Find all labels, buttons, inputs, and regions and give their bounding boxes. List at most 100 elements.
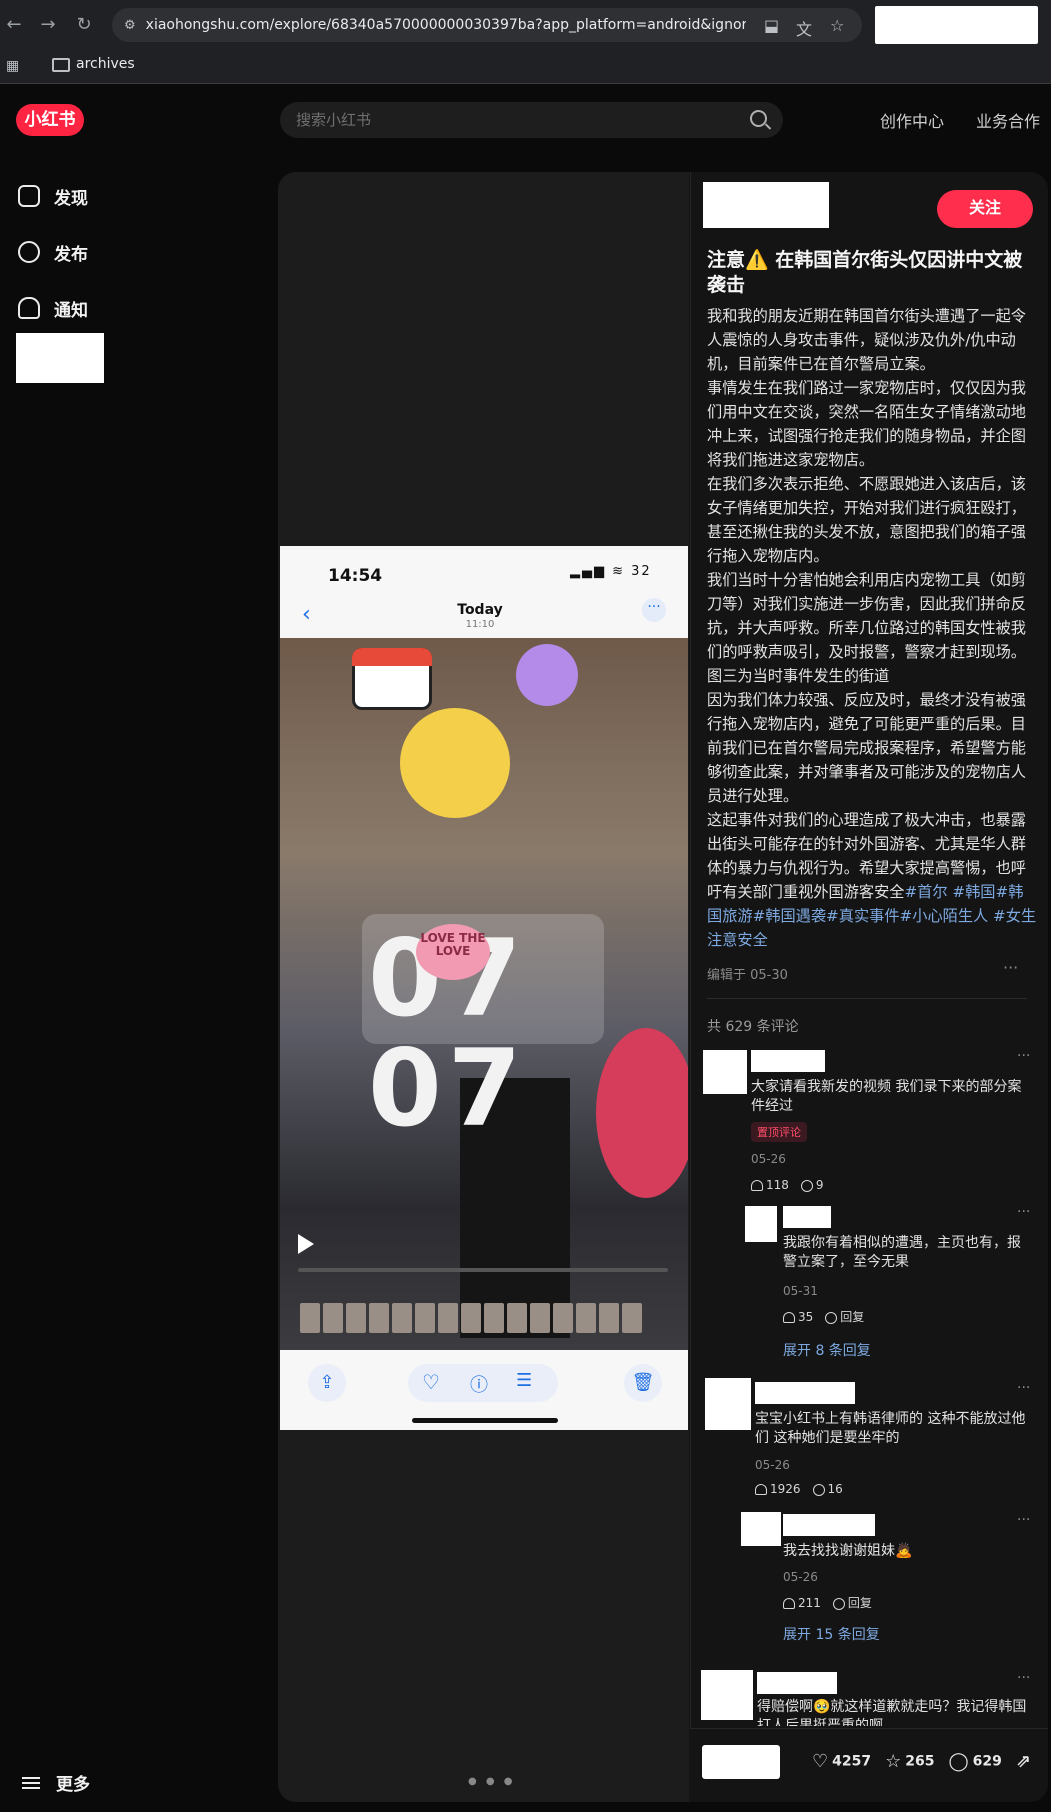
carousel-dots[interactable]: ● ● ● <box>468 1776 516 1787</box>
search-input[interactable]: 搜索小红书 <box>280 102 783 138</box>
like-total: 4257 <box>832 1753 872 1770</box>
home-icon <box>18 185 40 207</box>
battery-level: 32 <box>631 564 652 579</box>
apps-grid-icon[interactable]: ▦ <box>6 58 19 74</box>
profile-redacted[interactable] <box>875 6 1038 44</box>
avatar-redacted[interactable] <box>703 1050 747 1094</box>
thumbnail <box>438 1303 458 1333</box>
author-redacted[interactable] <box>703 182 829 228</box>
bell-icon <box>18 297 40 319</box>
expand-replies-link[interactable]: 展开 15 条回复 <box>783 1624 880 1644</box>
follow-button[interactable]: 关注 <box>937 190 1033 228</box>
like-note-button[interactable]: ♡ 4257 <box>812 1751 871 1772</box>
collect-total: 265 <box>905 1753 935 1770</box>
username-redacted[interactable] <box>783 1206 831 1228</box>
ellipsis-icon[interactable]: ··· <box>1017 1670 1030 1686</box>
reply-text: 我跟你有着相似的遭遇，主页也有，报警立案了，至今无果 <box>783 1235 1021 1270</box>
ellipsis-icon[interactable]: ··· <box>1017 1380 1030 1396</box>
collect-note-button[interactable]: ☆ 265 <box>885 1751 934 1772</box>
like-button[interactable]: 118 <box>751 1178 789 1192</box>
ellipsis-icon: ··· <box>642 598 666 622</box>
avatar-redacted[interactable] <box>705 1378 751 1430</box>
hashtag-link[interactable]: #真实事件 <box>826 907 899 925</box>
hashtag-link[interactable]: #韩国遇袭 <box>753 907 826 925</box>
ellipsis-icon[interactable]: ··· <box>1017 1512 1030 1528</box>
chevron-left-icon: ‹ <box>302 602 311 627</box>
comment-icon <box>832 1597 845 1610</box>
header-link-business[interactable]: 业务合作 <box>976 108 1040 132</box>
expand-replies-link[interactable]: 展开 8 条回复 <box>783 1340 871 1360</box>
sidebar-more[interactable]: 更多 <box>22 1770 90 1795</box>
ellipsis-icon[interactable]: ··· <box>1017 1048 1030 1064</box>
note-paragraph: 我们当时十分害怕她会利用店内宠物工具（如剪刀等）对我们实施进一步伤害，因此我们拼… <box>707 571 1026 685</box>
home-indicator <box>412 1418 558 1423</box>
phone-time: 14:54 <box>328 566 383 586</box>
phone-toolbar: ⇪ ♡ ⓘ ☰ 🗑 <box>280 1350 688 1430</box>
like-count: 211 <box>798 1595 821 1610</box>
calendar-sticker-top <box>352 648 432 666</box>
username-redacted[interactable] <box>751 1050 825 1072</box>
note-card: 14:54 ▂▄▆ ≋ 32 ‹ Today 11:10 ··· 07 07 L… <box>278 172 1048 1802</box>
reply-button[interactable]: 9 <box>800 1178 824 1192</box>
comment-note-button[interactable]: ◯ 629 <box>948 1751 1001 1772</box>
folder-icon[interactable] <box>52 58 70 72</box>
thumbnail <box>484 1303 504 1333</box>
info-icon: ⓘ <box>470 1375 488 1396</box>
heart-icon <box>783 1597 795 1609</box>
share-note-button[interactable]: ⇗ <box>1016 1751 1035 1772</box>
sidebar-item-label: 通知 <box>54 300 88 321</box>
comment-input-redacted[interactable] <box>702 1745 780 1779</box>
reply-button[interactable]: 回复 <box>832 1594 872 1611</box>
bookmark-star-icon[interactable]: ☆ <box>830 16 844 35</box>
forward-arrow-icon[interactable]: → <box>36 13 60 37</box>
like-button[interactable]: 35 <box>783 1310 813 1324</box>
header-link-creator-center[interactable]: 创作中心 <box>880 108 944 132</box>
avatar-redacted[interactable] <box>745 1206 777 1242</box>
hashtag-link[interactable]: #首尔 <box>904 883 947 901</box>
thumbnail <box>507 1303 527 1333</box>
install-app-icon[interactable]: ⬓ <box>764 16 779 35</box>
screenshot-image: 14:54 ▂▄▆ ≋ 32 ‹ Today 11:10 ··· 07 07 L… <box>280 546 688 1430</box>
comment-icon <box>825 1311 838 1324</box>
username-redacted[interactable] <box>755 1382 855 1404</box>
album-time: 11:10 <box>465 619 495 630</box>
reply-button[interactable]: 回复 <box>825 1308 864 1325</box>
note-detail-panel: 关注 注意⚠️ 在韩国首尔街头仅因讲中文被袭击 我和我的朋友近期在韩国首尔街头遭… <box>690 172 1048 1802</box>
address-bar[interactable]: ⚙ xiaohongshu.com/explore/68340a57000000… <box>112 8 862 42</box>
hashtag-link[interactable]: #韩国 <box>952 883 995 901</box>
note-paragraph: 在我们多次表示拒绝、不愿跟她进入该店后，该女子情绪更加失控，开始对我们进行疯狂殴… <box>707 475 1026 565</box>
sidebar-item-discover[interactable]: 发现 <box>18 178 88 214</box>
heart-icon: ♡ <box>422 1370 440 1394</box>
share-icon: ⇪ <box>308 1364 346 1402</box>
bookmarks-bar <box>0 50 1051 84</box>
username-redacted[interactable] <box>783 1514 875 1536</box>
ellipsis-icon[interactable]: ··· <box>1017 1204 1030 1220</box>
search-icon[interactable] <box>750 110 767 127</box>
back-arrow-icon[interactable]: ← <box>2 13 26 37</box>
comment-text: 大家请看我新发的视频 我们录下来的部分案件经过 <box>751 1079 1022 1114</box>
hashtag-link[interactable]: #小心陌生人 <box>900 907 989 925</box>
like-button[interactable]: 1926 <box>755 1482 801 1496</box>
comment-actions: 118 9 <box>751 1178 824 1192</box>
note-paragraph: 因为我们体力较强、反应及时，最终才没有被强行拖入宠物店内，避免了可能更严重的后果… <box>707 691 1026 805</box>
translate-icon[interactable]: 文 <box>796 16 812 40</box>
sidebar-item-notifications[interactable]: 通知 <box>18 290 88 326</box>
avatar-redacted[interactable] <box>741 1512 781 1546</box>
edited-date: 编辑于 05-30 <box>707 968 788 983</box>
username-redacted[interactable] <box>757 1672 837 1694</box>
reload-icon[interactable]: ↻ <box>72 13 96 37</box>
sidebar-item-publish[interactable]: 发布 <box>18 234 88 270</box>
site-logo[interactable]: 小红书 <box>16 104 84 136</box>
like-count: 1926 <box>770 1482 801 1496</box>
trash-icon: 🗑 <box>624 1364 662 1402</box>
thumbnail <box>392 1303 412 1333</box>
heart-icon <box>751 1180 763 1191</box>
avatar-redacted[interactable] <box>701 1670 753 1720</box>
ellipsis-icon[interactable]: ··· <box>1003 958 1018 977</box>
bookmark-folder-archives[interactable]: archives <box>76 54 135 74</box>
like-button[interactable]: 211 <box>783 1596 821 1610</box>
media-viewer[interactable]: 14:54 ▂▄▆ ≋ 32 ‹ Today 11:10 ··· 07 07 L… <box>278 172 689 1802</box>
sidebar-profile-redacted[interactable] <box>16 333 104 383</box>
site-info-icon[interactable]: ⚙ <box>124 18 136 33</box>
reply-button[interactable]: 16 <box>812 1482 843 1496</box>
